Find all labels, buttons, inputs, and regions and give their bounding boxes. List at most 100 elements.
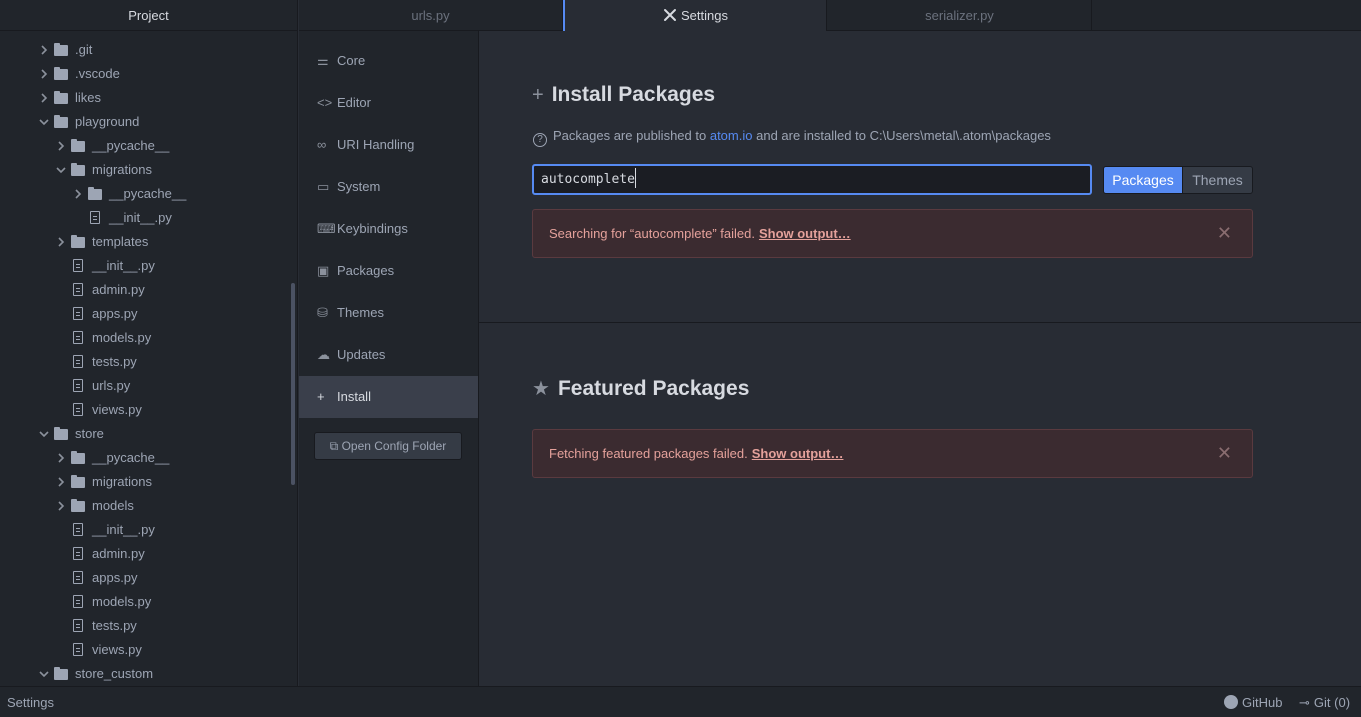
settings-nav-uri-handling[interactable]: ∞ URI Handling [299,124,478,166]
chevron-right-icon[interactable] [56,230,68,254]
tree-item-label: __pycache__ [92,450,170,465]
settings-nav-packages[interactable]: ▣ Packages [299,250,478,292]
tree-file[interactable]: __init__.py [0,518,297,542]
tree-item-label: .vscode [75,66,120,81]
file-text-icon [73,571,83,584]
tab-bar: urls.py Settings serializer.py [299,0,1361,32]
close-icon[interactable]: ✕ [1217,430,1232,477]
wrench-screwdriver-icon [663,0,677,31]
status-current-item[interactable]: Settings [7,687,54,717]
chevron-right-icon[interactable] [39,86,51,110]
file-text-icon [73,643,83,656]
tab-serializer-py[interactable]: serializer.py [828,0,1092,31]
tree-file[interactable]: tests.py [0,614,297,638]
file-text-icon [90,211,100,224]
tree-folder[interactable]: __pycache__ [0,134,297,158]
settings-nav: ⚌ Core <> Editor ∞ URI Handling ▭ System ⌨Ke… [299,31,479,686]
tab-urls-py[interactable]: urls.py [299,0,563,31]
tree-file[interactable]: models.py [0,590,297,614]
tree-item-label: models.py [92,594,152,609]
folder-icon [71,451,85,464]
tree-file[interactable]: models.py [0,326,297,350]
settings-nav-system[interactable]: ▭ System [299,166,478,208]
chevron-right-icon[interactable] [56,134,68,158]
tree-file[interactable]: apps.py [0,566,297,590]
chevron-right-icon[interactable] [39,62,51,86]
folder-icon [54,67,68,80]
show-output-link[interactable]: Show output… [759,226,851,241]
chevron-right-icon[interactable] [56,446,68,470]
file-text-icon [73,403,83,416]
code-icon: <> [317,95,333,110]
tree-folder[interactable]: store_custom [0,662,297,686]
nav-label: Editor [337,95,371,110]
star-icon: ★ [532,378,550,400]
tree-file[interactable]: urls.py [0,374,297,398]
tab-settings[interactable]: Settings [563,0,827,32]
tree-file[interactable]: admin.py [0,542,297,566]
tree-folder[interactable]: playground [0,110,297,134]
package-search-input[interactable]: autocomplete [532,164,1092,195]
settings-nav-install[interactable]: + Install [299,376,478,418]
chevron-down-icon[interactable] [39,662,51,686]
tree-folder[interactable]: templates [0,230,297,254]
paintcan-icon: ⛁ [317,305,328,320]
tree-folder[interactable]: migrations [0,158,297,182]
project-tree-title[interactable]: Project [0,0,297,31]
nav-label: Updates [337,347,386,362]
monitor-icon: ▭ [317,179,330,194]
settings-nav-editor[interactable]: <> Editor [299,82,478,124]
open-config-folder-button[interactable]: ⧉ Open Config Folder [314,432,462,460]
package-icon: ▣ [317,263,330,278]
tree-file[interactable]: views.py [0,398,297,422]
chevron-right-icon[interactable] [73,182,85,206]
file-text-icon [73,547,83,560]
file-text-icon [73,379,83,392]
settings-nav-keybindings[interactable]: ⌨Keybindings [299,208,478,250]
tree-folder[interactable]: migrations [0,470,297,494]
status-git[interactable]: ⊸ Git (0) [1299,687,1350,717]
chevron-right-icon[interactable] [56,494,68,518]
packages-toggle-button[interactable]: Packages [1103,166,1183,194]
chevron-down-icon[interactable] [39,422,51,446]
tree-folder[interactable]: .vscode [0,62,297,86]
tree-scrollbar[interactable] [291,283,295,485]
tree-folder[interactable]: likes [0,86,297,110]
settings-nav-updates[interactable]: ☁ Updates [299,334,478,376]
tree-file[interactable]: tests.py [0,350,297,374]
chevron-right-icon[interactable] [39,38,51,62]
show-output-link[interactable]: Show output… [752,446,844,461]
tree-folder[interactable]: .git [0,38,297,62]
chevron-down-icon[interactable] [56,158,68,182]
close-icon[interactable]: ✕ [1217,210,1232,257]
tree-folder[interactable]: models [0,494,297,518]
file-text-icon [73,595,83,608]
tree-item-label: __pycache__ [92,138,170,153]
chevron-right-icon[interactable] [56,470,68,494]
settings-nav-themes[interactable]: ⛁ Themes [299,292,478,334]
nav-label: System [337,179,381,194]
tree-folder[interactable]: __pycache__ [0,446,297,470]
tree-item-label: tests.py [92,618,137,633]
chevron-down-icon[interactable] [39,110,51,134]
tree-file[interactable]: apps.py [0,302,297,326]
nav-label: Packages [337,263,395,278]
file-text-icon [73,523,83,536]
file-text-icon [73,283,83,296]
folder-icon [54,427,68,440]
tree-file[interactable]: __init__.py [0,254,297,278]
tree-folder[interactable]: store [0,422,297,446]
tree-item-label: views.py [92,642,142,657]
settings-nav-core[interactable]: ⚌ Core [299,40,478,82]
tree-file[interactable]: __init__.py [0,206,297,230]
folder-icon [54,43,68,56]
status-github[interactable]: GitHub [1224,687,1282,717]
tab-label: Settings [681,8,728,23]
tree-file[interactable]: admin.py [0,278,297,302]
tree-file[interactable]: views.py [0,638,297,662]
tree-folder[interactable]: __pycache__ [0,182,297,206]
atom-io-link[interactable]: atom.io [710,128,753,143]
tree-item-label: .git [75,42,93,57]
themes-toggle-button[interactable]: Themes [1182,166,1253,194]
sliders-icon: ⚌ [317,53,329,68]
